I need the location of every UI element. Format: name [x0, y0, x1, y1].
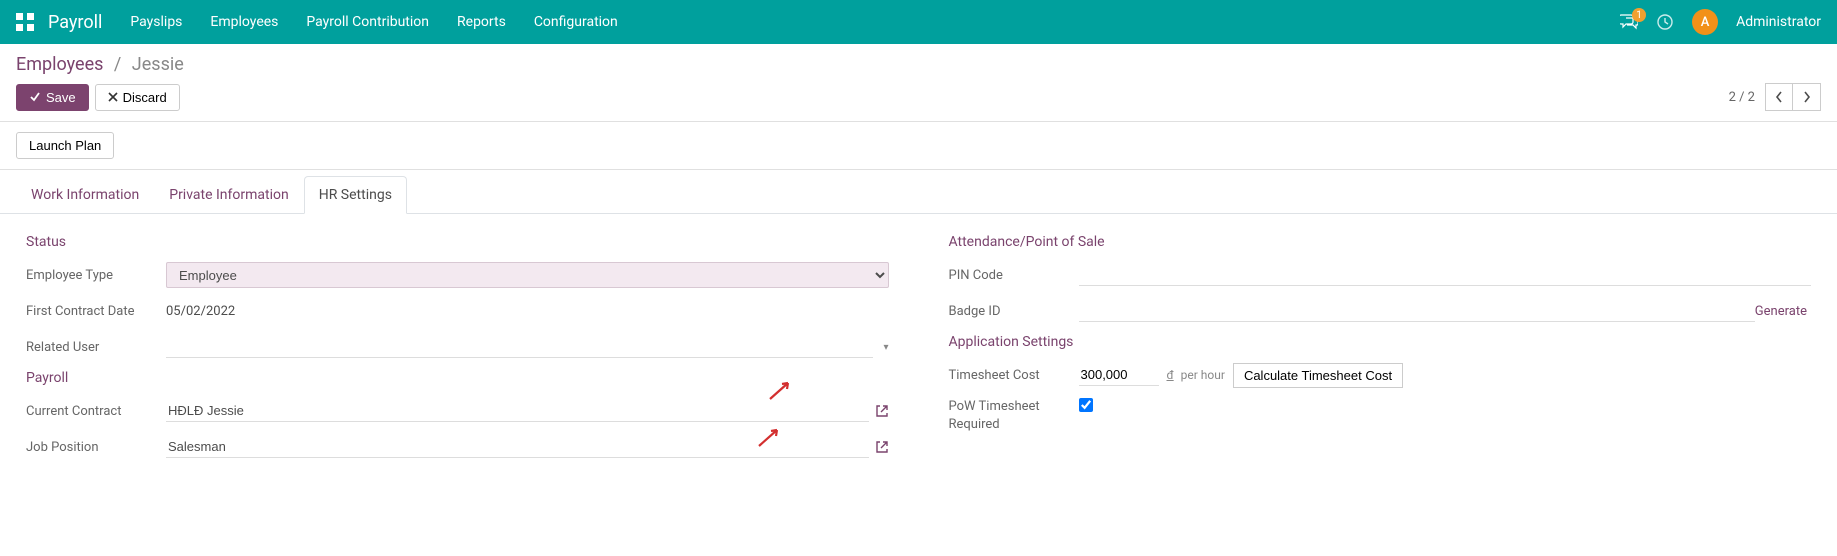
employee-type-select[interactable]: Employee [166, 262, 889, 288]
external-link-icon[interactable] [875, 440, 889, 454]
top-navbar: Payroll Payslips Employees Payroll Contr… [0, 0, 1837, 44]
breadcrumb-current: Jessie [132, 54, 184, 75]
generate-link[interactable]: Generate [1755, 304, 1811, 319]
breadcrumb-parent[interactable]: Employees [16, 54, 103, 75]
timesheet-cost-input[interactable] [1079, 364, 1159, 386]
related-user-label: Related User [26, 340, 166, 355]
tab-private-information[interactable]: Private Information [154, 176, 303, 214]
breadcrumb-row: Employees / Jessie [0, 44, 1837, 79]
first-contract-date-label: First Contract Date [26, 304, 166, 319]
field-pin-code: PIN Code [949, 262, 1812, 288]
discard-button[interactable]: Discard [95, 84, 180, 111]
field-related-user: Related User ▾ [26, 334, 889, 360]
pin-code-label: PIN Code [949, 268, 1079, 283]
field-badge-id: Badge ID Generate [949, 298, 1812, 324]
form-tabs: Work Information Private Information HR … [0, 176, 1837, 214]
pager-next[interactable] [1793, 83, 1821, 111]
save-button[interactable]: Save [16, 84, 89, 111]
pow-timesheet-label: PoW Timesheet Required [949, 398, 1079, 434]
section-payroll: Payroll [26, 370, 889, 386]
badge-id-input[interactable] [1079, 300, 1755, 322]
employee-type-label: Employee Type [26, 268, 166, 283]
pow-timesheet-checkbox[interactable] [1079, 398, 1093, 412]
pager: 2 / 2 [1729, 83, 1821, 111]
field-employee-type: Employee Type Employee [26, 262, 889, 288]
activity-icon[interactable] [1656, 13, 1674, 31]
launch-plan-button[interactable]: Launch Plan [16, 132, 114, 159]
pin-code-input[interactable] [1079, 264, 1812, 286]
pager-text: 2 / 2 [1729, 90, 1755, 105]
breadcrumb-separator: / [114, 54, 121, 75]
form-body: Status Employee Type Employee First Cont… [0, 214, 1837, 490]
field-pow-timesheet: PoW Timesheet Required [949, 398, 1812, 434]
actions-row: Save Discard 2 / 2 [0, 79, 1837, 122]
calculate-timesheet-button[interactable]: Calculate Timesheet Cost [1233, 363, 1403, 388]
breadcrumb: Employees / Jessie [16, 54, 184, 75]
field-timesheet-cost: Timesheet Cost đ per hour Calculate Time… [949, 362, 1812, 388]
menu-configuration[interactable]: Configuration [534, 14, 618, 30]
right-column: Attendance/Point of Sale PIN Code Badge … [949, 234, 1812, 470]
dropdown-caret-icon[interactable]: ▾ [883, 342, 888, 353]
timesheet-cost-unit: đ per hour [1167, 368, 1225, 382]
related-user-input[interactable] [166, 336, 873, 358]
chat-icon[interactable]: 1 [1620, 14, 1638, 30]
external-link-icon[interactable] [875, 404, 889, 418]
menu-payroll-contribution[interactable]: Payroll Contribution [306, 14, 429, 30]
user-name[interactable]: Administrator [1736, 14, 1821, 30]
save-button-label: Save [46, 90, 76, 105]
apps-icon[interactable] [16, 13, 34, 31]
field-first-contract-date: First Contract Date 05/02/2022 [26, 298, 889, 324]
badge-id-label: Badge ID [949, 304, 1079, 319]
pager-prev[interactable] [1765, 83, 1793, 111]
topbar-right: 1 A Administrator [1620, 9, 1821, 35]
section-app-settings: Application Settings [949, 334, 1812, 350]
sub-actions: Launch Plan [0, 122, 1837, 170]
field-job-position: Job Position [26, 434, 889, 460]
app-brand[interactable]: Payroll [48, 12, 102, 33]
field-current-contract: Current Contract [26, 398, 889, 424]
timesheet-cost-label: Timesheet Cost [949, 368, 1079, 383]
menu-payslips[interactable]: Payslips [130, 14, 182, 30]
avatar[interactable]: A [1692, 9, 1718, 35]
left-column: Status Employee Type Employee First Cont… [26, 234, 889, 470]
current-contract-input[interactable] [166, 400, 869, 422]
job-position-label: Job Position [26, 440, 166, 455]
chat-badge: 1 [1632, 8, 1646, 22]
section-status: Status [26, 234, 889, 250]
job-position-input[interactable] [166, 436, 869, 458]
current-contract-label: Current Contract [26, 404, 166, 419]
menu-reports[interactable]: Reports [457, 14, 506, 30]
main-menu: Payslips Employees Payroll Contribution … [130, 14, 1620, 30]
discard-button-label: Discard [123, 90, 167, 105]
first-contract-date-value: 05/02/2022 [166, 304, 889, 319]
tab-work-information[interactable]: Work Information [16, 176, 154, 214]
tab-hr-settings[interactable]: HR Settings [304, 176, 407, 214]
menu-employees[interactable]: Employees [210, 14, 278, 30]
section-attendance: Attendance/Point of Sale [949, 234, 1812, 250]
